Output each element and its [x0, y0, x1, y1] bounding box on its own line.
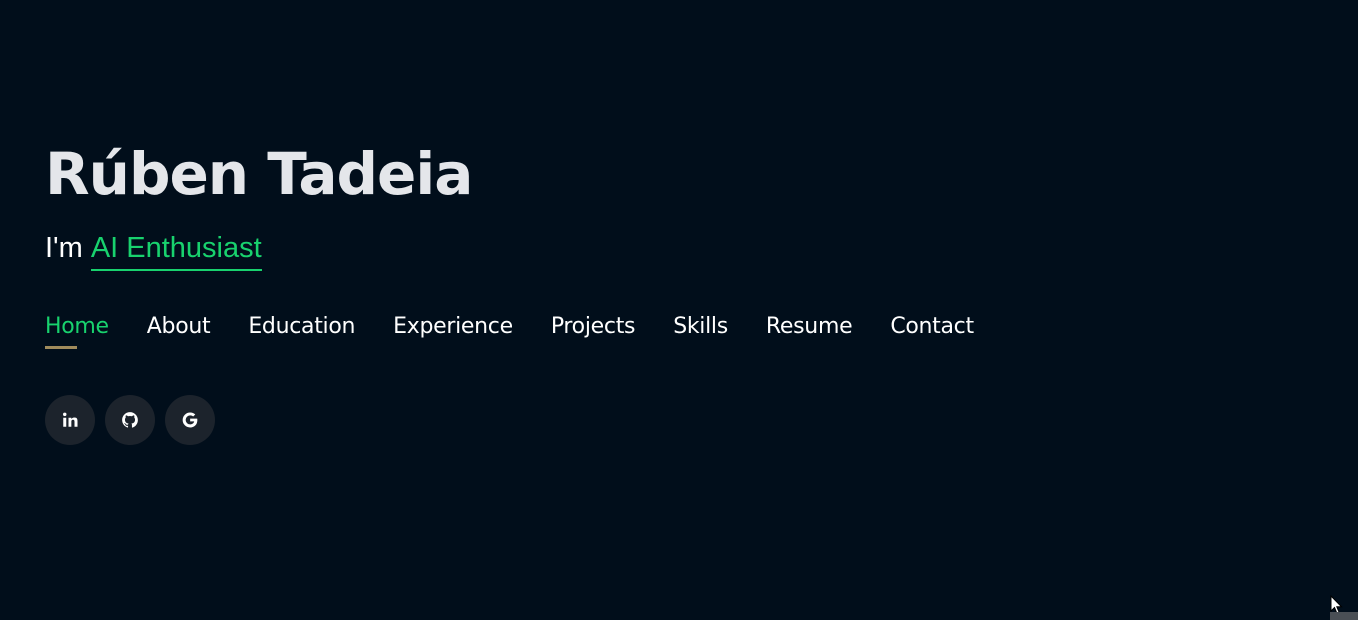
hero-section: Rúben Tadeia I'm AI Enthusiast Home Abou… — [0, 0, 1358, 620]
google-icon — [182, 412, 198, 428]
nav-item-resume: Resume — [766, 310, 853, 344]
nav-item-contact: Contact — [890, 310, 974, 344]
tagline-role: AI Enthusiast — [90, 228, 262, 271]
main-navigation: Home About Education Experience Projects… — [45, 310, 1012, 344]
tagline-prefix: I'm — [45, 232, 91, 264]
scrollbar-thumb[interactable] — [1330, 612, 1358, 620]
nav-item-home: Home — [45, 310, 109, 344]
hero-name: Rúben Tadeia — [45, 140, 473, 208]
linkedin-button[interactable] — [45, 395, 95, 445]
nav-item-education: Education — [248, 310, 355, 344]
google-button[interactable] — [165, 395, 215, 445]
social-links — [45, 395, 215, 445]
nav-link-about[interactable]: About — [147, 310, 211, 344]
nav-link-resume[interactable]: Resume — [766, 310, 853, 344]
nav-link-projects[interactable]: Projects — [551, 310, 636, 344]
nav-link-experience[interactable]: Experience — [393, 310, 513, 344]
github-button[interactable] — [105, 395, 155, 445]
nav-item-projects: Projects — [551, 310, 636, 344]
github-icon — [122, 412, 138, 428]
nav-item-about: About — [147, 310, 211, 344]
nav-link-education[interactable]: Education — [248, 310, 355, 344]
nav-link-home[interactable]: Home — [45, 310, 109, 344]
linkedin-icon — [63, 412, 78, 427]
nav-item-skills: Skills — [673, 310, 728, 344]
nav-link-skills[interactable]: Skills — [673, 310, 728, 344]
hero-tagline: I'm AI Enthusiast — [45, 228, 262, 271]
nav-link-contact[interactable]: Contact — [890, 310, 974, 344]
nav-item-experience: Experience — [393, 310, 513, 344]
